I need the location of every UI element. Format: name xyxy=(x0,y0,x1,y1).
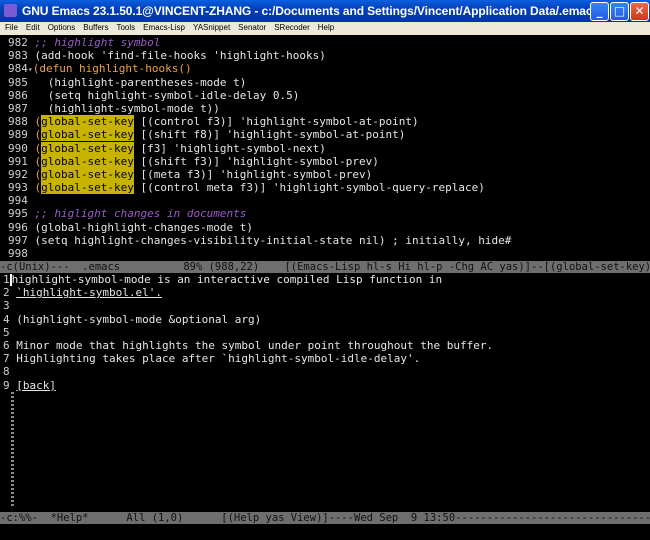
help-pane[interactable]: 1 highlight-symbol-mode is an interactive… xyxy=(0,273,650,510)
maximize-button[interactable]: □ xyxy=(610,2,629,21)
code-line: 989 (global-set-key [(shift f8)] 'highli… xyxy=(8,128,650,142)
minibuffer[interactable] xyxy=(0,524,650,540)
menu-senator[interactable]: Senator xyxy=(234,22,270,32)
line-number: 992 xyxy=(8,167,28,181)
help-line: 7 Highlighting takes place after `highli… xyxy=(3,352,650,365)
code-text: ;; higlight changes in documents xyxy=(34,207,247,221)
line-number: 984 xyxy=(8,62,28,76)
code-line: 992 (global-set-key [(meta f3)] 'highlig… xyxy=(8,167,650,181)
code-text-highlighted: (global-set-key [(shift f8)] 'highlight-… xyxy=(34,128,406,142)
menu-file[interactable]: File xyxy=(0,22,22,32)
menu-tools[interactable]: Tools xyxy=(112,22,139,32)
menu-buffers[interactable]: Buffers xyxy=(79,22,112,32)
code-text: (highlight-symbol-mode t)) xyxy=(34,101,220,115)
code-line: 996 (global-highlight-changes-mode t) xyxy=(8,221,650,234)
help-line: 2 `highlight-symbol.el'. xyxy=(3,286,650,299)
code-text: (setq highlight-changes-visibility-initi… xyxy=(34,233,512,247)
help-line: 4 (highlight-symbol-mode &optional arg) xyxy=(3,313,650,326)
line-number: 989 xyxy=(8,128,28,142)
line-number: 995 xyxy=(8,207,28,221)
menu-edit[interactable]: Edit xyxy=(22,22,44,32)
line-number: 5 xyxy=(3,325,10,339)
line-number: 982 xyxy=(8,36,28,49)
help-text: Highlighting takes place after `highligh… xyxy=(16,352,421,366)
menu-yasnippet[interactable]: YASnippet xyxy=(189,22,234,32)
line-number: 986 xyxy=(8,88,28,102)
window-title: GNU Emacs 23.1.50.1@VINCENT-ZHANG - c:/D… xyxy=(22,4,599,18)
line-number: 983 xyxy=(8,49,28,63)
code-line: 997 (setq highlight-changes-visibility-i… xyxy=(8,234,650,247)
line-number: 4 xyxy=(3,312,10,326)
code-text: (setq highlight-symbol-idle-delay 0.5) xyxy=(34,88,300,102)
line-number: 990 xyxy=(8,141,28,155)
code-line: 982 ;; highlight symbol xyxy=(8,36,650,49)
help-line: 9 [back] xyxy=(3,379,650,392)
code-line: 998 xyxy=(8,247,650,260)
help-line: 6 Minor mode that highlights the symbol … xyxy=(3,339,650,352)
editor-mode-line[interactable]: -c(Unix)--- .emacs 89% (988,22) [(Emacs-… xyxy=(0,261,650,273)
code-text: (add-hook 'find-file-hooks 'highlight-ho… xyxy=(34,49,326,63)
code-line: 993 (global-set-key [(control meta f3)] … xyxy=(8,181,650,195)
code-line: 995 ;; higlight changes in documents xyxy=(8,207,650,220)
line-number: 987 xyxy=(8,101,28,115)
line-number: 988 xyxy=(8,115,28,129)
code-text-highlighted: (global-set-key [(control meta f3)] 'hig… xyxy=(34,181,485,195)
line-number: 8 xyxy=(3,365,10,379)
emacs-window: GNU Emacs 23.1.50.1@VINCENT-ZHANG - c:/D… xyxy=(0,0,650,540)
menu-bar: File Edit Options Buffers Tools Emacs-Lisp YAS… xyxy=(0,22,650,35)
help-text: highlight-symbol-mode is an interactive … xyxy=(11,273,443,286)
editor-pane[interactable]: 982 ;; highlight symbol 983 (add-hook 'f… xyxy=(0,36,650,261)
code-text-highlighted: (global-set-key [(meta f3)] 'highlight-s… xyxy=(34,167,373,181)
line-number: 6 xyxy=(3,338,10,352)
code-line: 985 (highlight-parentheses-mode t) xyxy=(8,76,650,89)
code-line: 986 (setq highlight-symbol-idle-delay 0.… xyxy=(8,89,650,102)
line-number: 998 xyxy=(8,247,28,260)
minimize-button[interactable]: _ xyxy=(590,2,609,21)
code-line: 991 (global-set-key [(shift f3)] 'highli… xyxy=(8,154,650,168)
code-line: 987 (highlight-symbol-mode t)) xyxy=(8,102,650,115)
code-line: 988 (global-set-key [(control f3)] 'high… xyxy=(8,115,650,129)
line-number: 2 xyxy=(3,286,10,300)
line-number: 996 xyxy=(8,220,28,234)
help-line: 1 highlight-symbol-mode is an interactive… xyxy=(3,273,650,286)
emacs-app-icon xyxy=(4,4,17,17)
menu-emacs-lisp[interactable]: Emacs-Lisp xyxy=(139,22,189,32)
code-line: 994 xyxy=(8,194,650,207)
line-number: 997 xyxy=(8,233,28,247)
code-line: 983 (add-hook 'find-file-hooks 'highligh… xyxy=(8,49,650,62)
line-number: 3 xyxy=(3,299,10,313)
code-text-highlighted: (global-set-key [(shift f3)] 'highlight-… xyxy=(34,154,379,168)
code-text: (global-highlight-changes-mode t) xyxy=(34,220,254,234)
line-number: 985 xyxy=(8,75,28,89)
menu-help[interactable]: Help xyxy=(314,22,338,32)
code-text: (highlight-parentheses-mode t) xyxy=(34,75,247,89)
help-line: 3 xyxy=(3,299,650,312)
back-button[interactable]: [back] xyxy=(16,379,56,392)
code-text-highlighted: (global-set-key [(control f3)] 'highligh… xyxy=(34,115,419,129)
line-number: 9 xyxy=(3,378,10,392)
help-file-link[interactable]: `highlight-symbol.el'. xyxy=(16,286,162,299)
code-text-highlighted: (global-set-key [f3] 'highlight-symbol-n… xyxy=(34,141,326,155)
code-text: (defun highlight-hooks() xyxy=(32,62,192,76)
menu-options[interactable]: Options xyxy=(44,22,80,32)
title-bar[interactable]: GNU Emacs 23.1.50.1@VINCENT-ZHANG - c:/D… xyxy=(0,0,650,22)
line-number: 1 xyxy=(3,273,10,286)
line-number: 7 xyxy=(3,352,10,366)
help-line: 8 xyxy=(3,365,650,378)
code-text: ;; highlight symbol xyxy=(34,36,161,49)
help-text: Minor mode that highlights the symbol un… xyxy=(16,338,494,352)
help-line: 5 xyxy=(3,326,650,339)
fringe-indicator xyxy=(11,392,14,507)
line-number: 993 xyxy=(8,181,28,195)
close-button[interactable]: ✕ xyxy=(630,2,649,21)
menu-srecoder[interactable]: SRecoder xyxy=(270,22,314,32)
help-text: (highlight-symbol-mode &optional arg) xyxy=(16,312,262,326)
code-line: 984▾(defun highlight-hooks() xyxy=(8,62,650,75)
code-line: 990 (global-set-key [f3] 'highlight-symb… xyxy=(8,141,650,155)
line-number: 991 xyxy=(8,154,28,168)
line-number: 994 xyxy=(8,194,28,208)
help-mode-line[interactable]: -c:%%- *Help* All (1,0) [(Help yas View)… xyxy=(0,512,650,524)
